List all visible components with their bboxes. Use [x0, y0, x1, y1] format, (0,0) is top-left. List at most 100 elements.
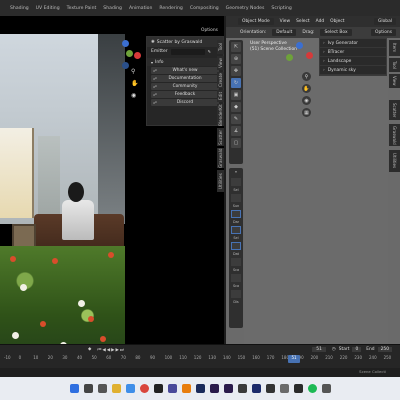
- collapse-icon[interactable]: ▾: [231, 170, 241, 176]
- options-dropdown[interactable]: Options: [201, 28, 218, 33]
- orientation-dropdown[interactable]: Default: [272, 29, 297, 36]
- spotify-icon[interactable]: [307, 384, 317, 393]
- app-icon[interactable]: [167, 384, 177, 393]
- workspace-tab[interactable]: Shading: [10, 6, 29, 11]
- app-icon[interactable]: [321, 384, 331, 393]
- measure-tool-icon[interactable]: ∡: [231, 126, 241, 136]
- sidebar-tab-utilities[interactable]: Utilities: [217, 170, 224, 192]
- object-menu[interactable]: Object: [330, 19, 344, 24]
- scatter-panel-header[interactable]: ✺ Scatter by Graswald: [147, 37, 223, 47]
- hand-pan-icon[interactable]: ✋: [302, 84, 311, 93]
- sidebar-tab-blenderkit[interactable]: BlenderKit: [217, 104, 224, 126]
- gizmo-y-axis-icon[interactable]: [126, 50, 133, 57]
- sidebar-tab-scatter[interactable]: Scatter: [389, 100, 400, 120]
- start-frame-field[interactable]: 0: [352, 347, 362, 352]
- app-icon[interactable]: [265, 384, 275, 393]
- workspace-tab[interactable]: UV Editing: [36, 6, 60, 11]
- community-button[interactable]: ☍ Community: [151, 83, 219, 90]
- options-dropdown[interactable]: Options: [371, 29, 396, 36]
- gizmo-neg-z-icon[interactable]: [122, 62, 129, 69]
- after-effects-icon[interactable]: [223, 384, 233, 393]
- premiere-icon[interactable]: [209, 384, 219, 393]
- scale-tool-icon[interactable]: ▣: [231, 90, 241, 100]
- discord-button[interactable]: ☍ Discord: [151, 99, 219, 106]
- camera-icon[interactable]: ◉: [131, 92, 136, 99]
- sidebar-tab-graswald[interactable]: Graswald: [217, 148, 224, 168]
- select-menu[interactable]: Select: [296, 19, 310, 24]
- gizmo-x-axis-icon[interactable]: [134, 52, 141, 59]
- transform-tool-icon[interactable]: ◆: [231, 102, 241, 112]
- tool-option-toggle[interactable]: [231, 242, 241, 250]
- current-frame-field[interactable]: 51: [312, 347, 326, 352]
- emitter-field[interactable]: [170, 48, 205, 55]
- add-cube-tool-icon[interactable]: ▢: [231, 138, 241, 148]
- workspace-tab[interactable]: Compositing: [190, 6, 219, 11]
- tool-option-toggle[interactable]: [231, 210, 241, 218]
- workspace-tab[interactable]: Texture Paint: [67, 6, 97, 11]
- camera-icon[interactable]: ◉: [302, 96, 311, 105]
- chrome-icon[interactable]: [139, 384, 149, 393]
- hand-pan-icon[interactable]: ✋: [131, 80, 138, 87]
- sidebar-tab-create[interactable]: Create: [217, 72, 224, 88]
- tool-option-button[interactable]: [231, 258, 241, 266]
- tool-option-button[interactable]: [231, 178, 241, 186]
- workspace-tab[interactable]: Scripting: [271, 6, 291, 11]
- drag-dropdown[interactable]: Select Box: [320, 29, 352, 36]
- sidebar-tab-view[interactable]: View: [217, 56, 224, 70]
- mode-dropdown[interactable]: Object Mode: [238, 18, 274, 25]
- documentation-button[interactable]: ☍ Documentation: [151, 75, 219, 82]
- sidebar-tab-scatter[interactable]: Scatter: [217, 128, 224, 146]
- feedback-button[interactable]: ☍ Feedback: [151, 91, 219, 98]
- tool-option-toggle[interactable]: [231, 226, 241, 234]
- tool-option-button[interactable]: [231, 290, 241, 298]
- move-tool-icon[interactable]: ✥: [231, 66, 241, 76]
- app-icon[interactable]: [153, 384, 163, 393]
- annotate-tool-icon[interactable]: ✎: [231, 114, 241, 124]
- sidebar-tab-item[interactable]: Item: [389, 40, 400, 56]
- landscape-item[interactable]: › Landscape: [320, 57, 386, 66]
- sidebar-tab-tool[interactable]: Tool: [217, 40, 224, 54]
- sidebar-tab-utilities[interactable]: Utilities: [389, 150, 400, 172]
- gizmo-x-axis-icon[interactable]: [306, 52, 313, 59]
- photoshop-icon[interactable]: [195, 384, 205, 393]
- app-icon[interactable]: [251, 384, 261, 393]
- dynamic-sky-item[interactable]: › Dynamic sky: [320, 66, 386, 75]
- app-icon[interactable]: [237, 384, 247, 393]
- select-tool-icon[interactable]: ⇱: [231, 42, 241, 52]
- sidebar-tab-view[interactable]: View: [389, 74, 400, 88]
- sidebar-tab-graswald[interactable]: Graswald: [389, 124, 400, 146]
- transform-orientation-dropdown[interactable]: Global: [373, 18, 396, 25]
- sidebar-tab-tool[interactable]: Tool: [389, 58, 400, 72]
- workspace-tab[interactable]: Geometry Nodes: [226, 6, 265, 11]
- rotate-tool-icon[interactable]: ↻: [231, 78, 241, 88]
- gizmo-z-axis-icon[interactable]: [122, 40, 129, 47]
- gizmo-y-axis-icon[interactable]: [286, 54, 293, 61]
- workspace-tab[interactable]: Shading: [103, 6, 122, 11]
- playhead[interactable]: 51: [288, 355, 300, 363]
- eyedropper-icon[interactable]: ✎: [208, 49, 211, 54]
- gizmo-z-axis-icon[interactable]: [296, 42, 303, 49]
- end-frame-field[interactable]: 250: [377, 347, 392, 352]
- keyframe-icon[interactable]: ◆: [88, 347, 91, 352]
- ivy-generator-item[interactable]: › Ivy Generator: [320, 39, 386, 48]
- whats-new-button[interactable]: ☍ What's new: [151, 67, 219, 74]
- sidebar-tab-edit[interactable]: Edit: [217, 90, 224, 102]
- blender-icon[interactable]: [181, 384, 191, 393]
- 3d-viewport[interactable]: [244, 38, 388, 344]
- grid-icon[interactable]: ▦: [302, 108, 311, 117]
- add-menu[interactable]: Add: [316, 19, 325, 24]
- task-view-icon[interactable]: [97, 384, 107, 393]
- info-section-header[interactable]: ▾ Info: [147, 58, 223, 66]
- workspace-tab[interactable]: Rendering: [159, 6, 182, 11]
- view-menu[interactable]: View: [280, 19, 290, 24]
- search-icon[interactable]: [83, 384, 93, 393]
- app-icon[interactable]: [293, 384, 303, 393]
- zoom-icon[interactable]: ⚲: [302, 72, 311, 81]
- cursor-tool-icon[interactable]: ⊕: [231, 54, 241, 64]
- workspace-tab[interactable]: Animation: [129, 6, 152, 11]
- btracer-item[interactable]: › BTracer: [320, 48, 386, 57]
- tool-option-button[interactable]: [231, 194, 241, 202]
- start-menu-icon[interactable]: [69, 384, 79, 393]
- zoom-icon[interactable]: ⚲: [131, 68, 135, 75]
- browser-icon[interactable]: [125, 384, 135, 393]
